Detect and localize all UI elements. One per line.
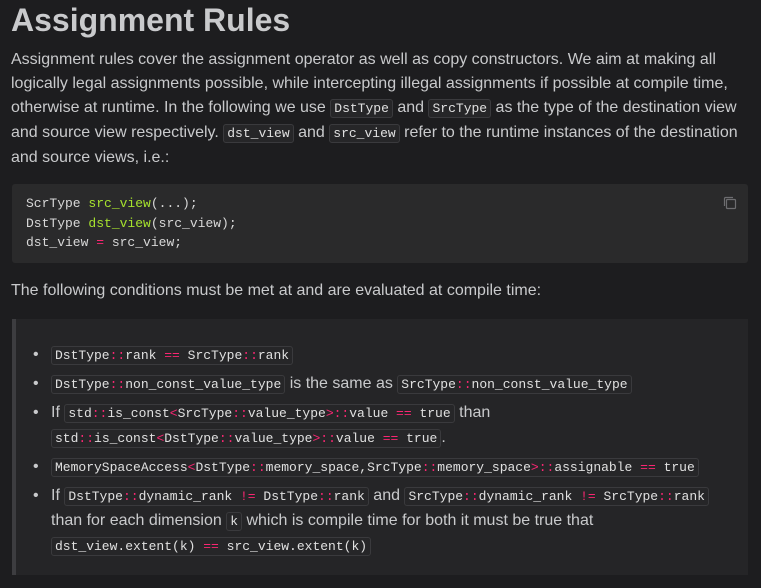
code-token-function: dst_view	[88, 215, 151, 231]
list-text: than	[454, 404, 491, 421]
code-line-2: DstType dst_view(src_view);	[26, 214, 734, 234]
code-line-3: dst_view = src_view;	[26, 233, 734, 253]
copy-icon[interactable]	[722, 195, 738, 211]
code-line-1: ScrType src_view(...);	[26, 194, 734, 214]
page-title: Assignment Rules	[11, 2, 291, 38]
code-token-function: src_view	[88, 196, 151, 211]
intro-text: and	[293, 124, 330, 141]
inline-code: MemorySpaceAccess<DstType::memory_space,…	[51, 458, 699, 477]
inline-code-dsttype: DstType	[330, 99, 393, 118]
list-item: If std::is_const<SrcType::value_type>::v…	[16, 401, 736, 451]
list-item: If DstType::dynamic_rank != DstType::ran…	[16, 484, 736, 559]
page: Assignment Rules Assignment rules cover …	[0, 0, 761, 588]
list-text: which is compile time for both it must b…	[242, 512, 594, 529]
code-token: (src_view);	[150, 215, 237, 231]
list-text: .	[441, 429, 446, 446]
inline-code: SrcType::dynamic_rank != SrcType::rank	[404, 487, 709, 506]
list-text: and	[368, 487, 405, 504]
intro-text: and	[392, 99, 429, 116]
code-token: DstType	[26, 215, 89, 231]
inline-code: dst_view.extent(k) == src_view.extent(k)	[51, 537, 372, 556]
list-text: than for each dimension	[51, 512, 227, 529]
list-item: DstType::rank == SrcType::rank	[16, 343, 736, 368]
inline-code: std::is_const<SrcType::value_type>::valu…	[64, 404, 455, 423]
code-token: ScrType	[26, 196, 89, 211]
inline-code-srctype: SrcType	[428, 99, 492, 118]
list-item: DstType::non_const_value_type is the sam…	[16, 372, 736, 397]
code-token-operator: =	[96, 235, 105, 250]
conditions-lead: The following conditions must be met at …	[11, 282, 542, 299]
inline-code: k	[226, 512, 243, 531]
intro-paragraph: Assignment rules cover the assignment op…	[11, 48, 751, 170]
code-token: dst_view	[26, 235, 97, 250]
inline-code: std::is_const<DstType::value_type>::valu…	[51, 429, 442, 448]
code-token: src_view;	[104, 235, 183, 250]
inline-code-src-view: src_view	[329, 124, 400, 143]
code-block[interactable]: ScrType src_view(...); DstType dst_view(…	[12, 184, 748, 263]
inline-code-dst-view: dst_view	[223, 124, 294, 143]
list-text: If	[51, 487, 65, 504]
inline-code: DstType::non_const_value_type	[51, 375, 286, 394]
conditions-blockquote: DstType::rank == SrcType::rank DstType::…	[12, 319, 748, 575]
code-token: (...);	[150, 196, 198, 211]
inline-code: DstType::dynamic_rank != DstType::rank	[64, 487, 369, 506]
list-item: MemorySpaceAccess<DstType::memory_space,…	[16, 455, 736, 480]
inline-code: DstType::rank == SrcType::rank	[51, 346, 294, 365]
conditions-list: DstType::rank == SrcType::rank DstType::…	[16, 343, 736, 563]
list-text: is the same as	[285, 375, 398, 392]
inline-code: SrcType::non_const_value_type	[397, 375, 632, 394]
list-text: If	[51, 404, 65, 421]
